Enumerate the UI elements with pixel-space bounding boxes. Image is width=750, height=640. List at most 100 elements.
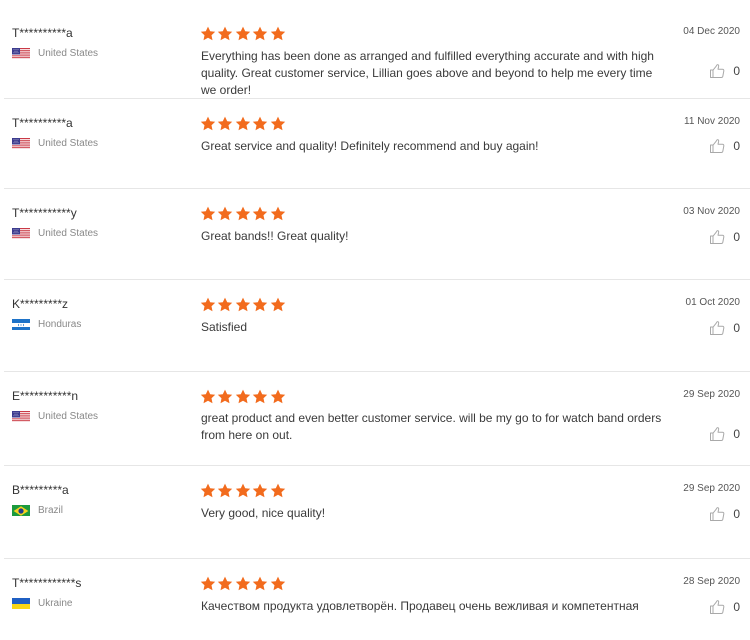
review-text: great product and even better customer s… — [201, 411, 662, 442]
brazil-flag-icon — [12, 504, 30, 516]
review-text: Very good, nice quality! — [201, 506, 326, 520]
star-rating — [200, 389, 287, 405]
reviewer-name: E***********n — [12, 389, 79, 403]
helpful-count: 0 — [733, 600, 740, 614]
helpful-count: 0 — [733, 427, 740, 441]
star-icon — [270, 483, 286, 499]
star-rating — [200, 576, 287, 592]
review-text: Great bands!! Great quality! — [201, 229, 349, 243]
star-icon — [252, 576, 268, 592]
us-flag-icon — [12, 47, 30, 59]
reviewer-country: Ukraine — [12, 596, 72, 610]
star-icon — [235, 206, 251, 222]
helpful-button[interactable]: 0 — [709, 426, 740, 442]
reviewer-country: United States — [12, 136, 98, 150]
helpful-button[interactable]: 0 — [709, 599, 740, 615]
star-icon — [252, 206, 268, 222]
star-icon — [217, 206, 233, 222]
star-icon — [200, 389, 216, 405]
reviewer-country: Brazil — [12, 503, 63, 517]
star-icon — [217, 483, 233, 499]
star-icon — [235, 297, 251, 313]
reviewer-name: B*********a — [12, 483, 69, 497]
review-date: 29 Sep 2020 — [683, 389, 740, 400]
thumbs-up-icon — [709, 63, 725, 79]
review-text: Everything has been done as arranged and… — [201, 49, 654, 97]
star-icon — [235, 116, 251, 132]
helpful-count: 0 — [733, 230, 740, 244]
review-date: 11 Nov 2020 — [684, 116, 740, 127]
star-icon — [200, 206, 216, 222]
helpful-button[interactable]: 0 — [709, 63, 740, 79]
reviewer-country: United States — [12, 226, 98, 240]
star-rating — [200, 206, 287, 222]
country-name: Brazil — [38, 504, 64, 516]
honduras-flag-icon — [12, 318, 30, 330]
helpful-button[interactable]: 0 — [709, 138, 740, 154]
country-name: Honduras — [38, 318, 82, 330]
reviewer-name: T**********a — [12, 116, 73, 130]
helpful-count: 0 — [733, 507, 740, 521]
star-icon — [200, 483, 216, 499]
star-icon — [217, 389, 233, 405]
star-icon — [252, 297, 268, 313]
helpful-button[interactable]: 0 — [709, 229, 740, 245]
country-name: United States — [38, 227, 99, 239]
ukraine-flag-icon — [12, 597, 30, 609]
review-item: T***********y United States Great bands!… — [0, 189, 750, 280]
helpful-button[interactable]: 0 — [709, 320, 740, 336]
us-flag-icon — [12, 410, 30, 422]
reviewer-name: T***********y — [12, 206, 77, 220]
thumbs-up-icon — [709, 320, 725, 336]
thumbs-up-icon — [709, 426, 725, 442]
helpful-count: 0 — [733, 321, 740, 335]
review-date: 01 Oct 2020 — [685, 297, 740, 308]
star-icon — [235, 483, 251, 499]
helpful-count: 0 — [733, 64, 740, 78]
star-icon — [235, 26, 251, 42]
review-item: K*********z Honduras Satisfied 01 Oct 20… — [0, 280, 750, 372]
star-icon — [270, 26, 286, 42]
country-name: United States — [38, 410, 99, 422]
star-icon — [217, 26, 233, 42]
reviewer-country: United States — [12, 409, 98, 423]
review-item: T**********a United States Everything ha… — [0, 0, 750, 99]
star-icon — [200, 26, 216, 42]
star-icon — [217, 297, 233, 313]
thumbs-up-icon — [709, 138, 725, 154]
star-rating — [200, 116, 287, 132]
reviewer-country: United States — [12, 46, 98, 60]
review-date: 04 Dec 2020 — [683, 26, 740, 37]
country-name: United States — [38, 47, 99, 59]
star-icon — [252, 26, 268, 42]
reviewer-country: Honduras — [12, 317, 81, 331]
star-icon — [270, 389, 286, 405]
star-icon — [235, 576, 251, 592]
star-rating — [200, 26, 287, 42]
review-item: T************s Ukraine Качеством продукт… — [0, 559, 750, 640]
country-name: United States — [38, 137, 99, 149]
review-text: Качеством продукта удовлетворён. Продаве… — [201, 599, 639, 613]
star-icon — [270, 576, 286, 592]
reviewer-name: T**********a — [12, 26, 73, 40]
us-flag-icon — [12, 227, 30, 239]
star-icon — [252, 116, 268, 132]
star-icon — [235, 389, 251, 405]
star-icon — [270, 206, 286, 222]
star-icon — [270, 297, 286, 313]
star-icon — [217, 116, 233, 132]
star-rating — [200, 483, 287, 499]
review-text: Great service and quality! Definitely re… — [201, 139, 539, 153]
star-icon — [252, 389, 268, 405]
star-icon — [217, 576, 233, 592]
thumbs-up-icon — [709, 506, 725, 522]
us-flag-icon — [12, 137, 30, 149]
star-icon — [270, 116, 286, 132]
helpful-button[interactable]: 0 — [709, 506, 740, 522]
country-name: Ukraine — [38, 597, 73, 609]
thumbs-up-icon — [709, 599, 725, 615]
review-item: E***********n United States great produc… — [0, 372, 750, 466]
star-icon — [200, 297, 216, 313]
thumbs-up-icon — [709, 229, 725, 245]
helpful-count: 0 — [733, 139, 740, 153]
